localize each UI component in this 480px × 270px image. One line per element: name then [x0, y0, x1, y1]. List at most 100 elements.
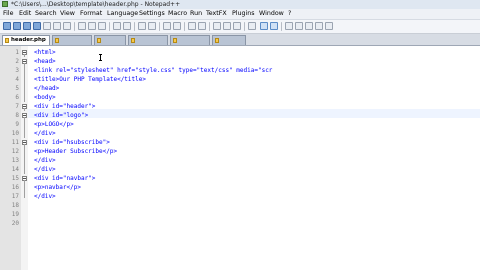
- close-icon[interactable]: [43, 22, 51, 30]
- cut-icon[interactable]: [78, 22, 86, 30]
- fold-guide: [24, 117, 25, 138]
- code-text: </head>: [34, 85, 60, 92]
- find-icon[interactable]: [138, 22, 146, 30]
- code-text: <title>Our PHP Template</title>: [34, 76, 146, 83]
- stop-recording-icon[interactable]: [295, 22, 303, 30]
- file-icon: [173, 38, 177, 43]
- indent-guide-icon[interactable]: [233, 22, 241, 30]
- word-wrap-icon[interactable]: [213, 22, 221, 30]
- menu-window[interactable]: Window: [259, 9, 284, 19]
- show-all-characters-icon[interactable]: [223, 22, 231, 30]
- fold-guide: [24, 63, 25, 102]
- tab-6[interactable]: [212, 35, 246, 45]
- menu-settings[interactable]: Settings: [139, 9, 165, 19]
- record-macro-icon[interactable]: [285, 22, 293, 30]
- line-number: 12: [11, 148, 19, 155]
- paste-icon[interactable]: [98, 22, 106, 30]
- save-icon[interactable]: [23, 22, 31, 30]
- tab-header-php[interactable]: header.php: [2, 35, 50, 45]
- replace-icon[interactable]: [148, 22, 156, 30]
- toolbar-separator: [184, 22, 185, 31]
- file-icon: [5, 38, 9, 43]
- code-text: </div>: [34, 130, 56, 137]
- close-all-icon[interactable]: [53, 22, 61, 30]
- menu-bar: File Edit Search View Format Language Se…: [0, 9, 480, 20]
- code-line: 19: [0, 210, 480, 219]
- menu-help[interactable]: ?: [288, 9, 291, 19]
- function-list-icon[interactable]: [270, 22, 278, 30]
- line-number: 8: [15, 112, 19, 119]
- menu-file[interactable]: File: [3, 9, 14, 19]
- tab-label: header.php: [11, 37, 46, 43]
- menu-format[interactable]: Format: [80, 9, 102, 19]
- code-text: <p>navbar</p>: [34, 184, 81, 191]
- menu-run[interactable]: Run: [190, 9, 202, 19]
- menu-search[interactable]: Search: [35, 9, 57, 19]
- code-line: 1 <html>: [0, 48, 480, 57]
- toolbar-separator: [281, 22, 282, 31]
- code-editor[interactable]: 1 <html> 2 <head> 3 <link rel="stylesheet" …: [0, 46, 480, 270]
- document-map-icon[interactable]: [260, 22, 268, 30]
- file-icon: [97, 38, 101, 43]
- window-title: *C:\Users\...\Desktop\template\header.ph…: [11, 1, 181, 8]
- code-text: <p>Header Subscribe</p>: [34, 148, 118, 155]
- tab-4[interactable]: [128, 35, 168, 45]
- file-icon: [55, 38, 59, 43]
- code-line: 18: [0, 201, 480, 210]
- code-line: 20: [0, 219, 480, 228]
- undo-icon[interactable]: [113, 22, 121, 30]
- toolbar-separator: [74, 22, 75, 31]
- zoom-in-icon[interactable]: [163, 22, 171, 30]
- code-line: 2 <head>: [0, 57, 480, 66]
- save-all-icon[interactable]: [33, 22, 41, 30]
- mouse-ibeam-cursor: [99, 54, 102, 61]
- open-file-icon[interactable]: [13, 22, 21, 30]
- copy-icon[interactable]: [88, 22, 96, 30]
- user-defined-language-icon[interactable]: [248, 22, 256, 30]
- menu-plugins[interactable]: Plugins: [232, 9, 255, 19]
- fold-guide: [24, 54, 25, 57]
- code-line: 7 <div id="header">: [0, 102, 480, 111]
- menu-view[interactable]: View: [60, 9, 75, 19]
- code-text: </div>: [34, 193, 56, 200]
- tab-2[interactable]: [52, 35, 92, 45]
- save-macro-icon[interactable]: [325, 22, 333, 30]
- toolbar-separator: [209, 22, 210, 31]
- playback-icon[interactable]: [305, 22, 313, 30]
- line-number: 17: [11, 193, 19, 200]
- toolbar-separator: [109, 22, 110, 31]
- tab-5[interactable]: [170, 35, 210, 45]
- sync-vertical-icon[interactable]: [188, 22, 196, 30]
- run-macro-multiple-icon[interactable]: [315, 22, 323, 30]
- sync-horizontal-icon[interactable]: [198, 22, 206, 30]
- tab-3[interactable]: [94, 35, 126, 45]
- line-number: 16: [11, 184, 19, 191]
- code-line: 15 <div id="navbar">: [0, 174, 480, 183]
- code-line: 10 </div>: [0, 129, 480, 138]
- line-number: 13: [11, 157, 19, 164]
- print-icon[interactable]: [63, 22, 71, 30]
- line-number: 10: [11, 130, 19, 137]
- redo-icon[interactable]: [123, 22, 131, 30]
- toolbar-separator: [244, 22, 245, 31]
- code-text: <div id="hsubscribe">: [34, 139, 110, 146]
- menu-textfx[interactable]: TextFX: [206, 9, 227, 19]
- line-number: 14: [11, 166, 19, 173]
- code-line: 12 <p>Header Subscribe</p>: [0, 147, 480, 156]
- new-file-icon[interactable]: [3, 22, 11, 30]
- zoom-out-icon[interactable]: [173, 22, 181, 30]
- menu-edit[interactable]: Edit: [19, 9, 31, 19]
- line-number: 20: [11, 220, 19, 227]
- tab-bar: header.php: [0, 34, 480, 46]
- file-icon: [215, 38, 219, 43]
- menu-language[interactable]: Language: [107, 9, 138, 19]
- code-text: <p>LOGO</p>: [34, 121, 74, 128]
- fold-guide: [24, 144, 25, 174]
- code-text: </div>: [34, 157, 56, 164]
- line-number: 5: [15, 85, 19, 92]
- menu-macro[interactable]: Macro: [168, 9, 187, 19]
- code-line: 14 </div>: [0, 165, 480, 174]
- code-line: 9 <p>LOGO</p>: [0, 120, 480, 129]
- code-text: </div>: [34, 166, 56, 173]
- line-number: 7: [15, 103, 19, 110]
